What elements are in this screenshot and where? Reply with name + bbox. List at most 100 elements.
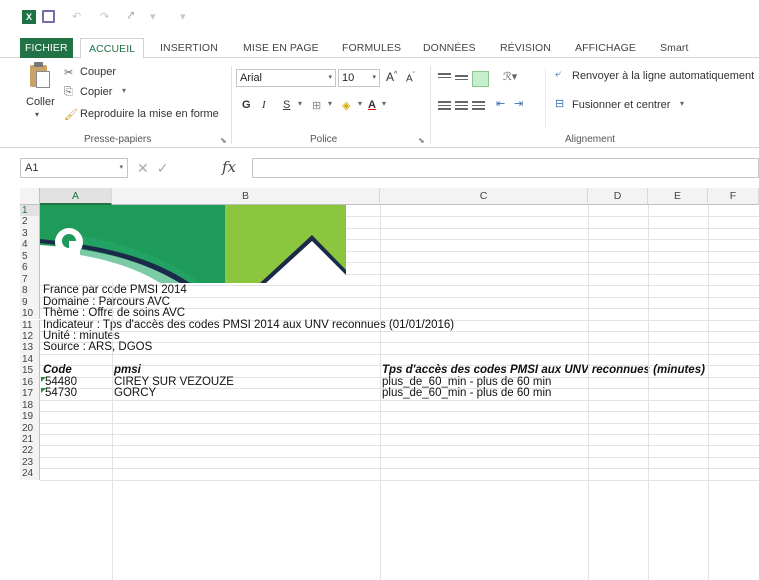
- row-header[interactable]: 21: [20, 434, 40, 446]
- row-header[interactable]: 3: [20, 227, 40, 240]
- copy-dropdown-icon[interactable]: ▾: [122, 86, 126, 95]
- font-size-select[interactable]: 10 ▾: [338, 69, 380, 87]
- grid-line: [40, 434, 759, 435]
- tab-affichage[interactable]: AFFICHAGE: [575, 38, 636, 58]
- column-header-b[interactable]: B: [112, 188, 380, 205]
- align-center-icon[interactable]: [455, 101, 468, 111]
- name-box[interactable]: A1 ▾: [20, 158, 128, 178]
- table-cell-code[interactable]: 54730: [45, 387, 77, 399]
- grid-line: [708, 205, 709, 580]
- format-painter-button[interactable]: Reproduire la mise en forme: [80, 108, 219, 120]
- wrap-text-icon[interactable]: ⤶: [555, 68, 561, 81]
- column-header-f[interactable]: F: [708, 188, 759, 205]
- customize-qat-icon[interactable]: ▾: [150, 10, 156, 23]
- align-top-icon[interactable]: [438, 73, 451, 83]
- font-launcher-icon[interactable]: ⬊: [418, 136, 425, 145]
- align-left-icon[interactable]: [438, 101, 451, 111]
- tab-formules[interactable]: FORMULES: [342, 38, 401, 58]
- column-header-c[interactable]: C: [380, 188, 588, 205]
- grow-font-icon[interactable]: A^: [386, 70, 397, 84]
- clipboard-launcher-icon[interactable]: ⬊: [220, 136, 227, 145]
- metadata-cell[interactable]: France par code PMSI 2014: [43, 284, 187, 296]
- row-header[interactable]: 13: [20, 342, 40, 354]
- increase-indent-icon[interactable]: ⇥: [514, 97, 523, 110]
- orientation-icon[interactable]: ℛ▾: [503, 70, 517, 83]
- row-header[interactable]: 7: [20, 273, 40, 286]
- decrease-indent-icon[interactable]: ⇤: [496, 97, 505, 110]
- tab-accueil[interactable]: ACCUEIL: [80, 38, 145, 59]
- row-header[interactable]: 10: [20, 308, 40, 320]
- row-header[interactable]: 20: [20, 422, 40, 434]
- paste-icon[interactable]: [28, 62, 50, 88]
- column-header-d[interactable]: D: [588, 188, 648, 205]
- cancel-formula-icon[interactable]: ✕: [137, 160, 157, 176]
- row-header[interactable]: 12: [20, 330, 40, 343]
- tab-donnees[interactable]: DONNÉES: [423, 38, 476, 58]
- tab-mise-en-page[interactable]: MISE EN PAGE: [243, 38, 319, 58]
- tab-revision[interactable]: RÉVISION: [500, 38, 551, 58]
- row-header[interactable]: 14: [20, 353, 40, 366]
- row-header[interactable]: 4: [20, 239, 40, 251]
- undo-icon[interactable]: ↶: [72, 10, 81, 23]
- metadata-cell[interactable]: Thème : Offre de soins AVC: [43, 307, 185, 319]
- confirm-formula-icon[interactable]: ✓: [157, 160, 177, 176]
- fill-color-icon[interactable]: ◈: [342, 99, 350, 112]
- copy-icon[interactable]: ⎘: [64, 86, 73, 99]
- align-bottom-icon[interactable]: [472, 71, 489, 87]
- row-header[interactable]: 22: [20, 445, 40, 457]
- merge-center-button[interactable]: Fusionner et centrer: [572, 99, 670, 111]
- scissors-icon[interactable]: ✂: [64, 66, 73, 79]
- save-icon[interactable]: [42, 10, 55, 23]
- column-header-e[interactable]: E: [648, 188, 708, 205]
- underline-dropdown-icon[interactable]: ▾: [298, 99, 302, 108]
- column-header-a[interactable]: A: [40, 188, 112, 205]
- borders-dropdown-icon[interactable]: ▾: [328, 99, 332, 108]
- row-header[interactable]: 11: [20, 319, 40, 331]
- underline-button[interactable]: S: [283, 99, 290, 111]
- tab-smart[interactable]: Smart: [660, 38, 689, 58]
- row-header[interactable]: 9: [20, 296, 40, 309]
- tab-fichier[interactable]: FICHIER: [20, 38, 73, 58]
- select-all-corner[interactable]: [20, 188, 40, 205]
- align-right-icon[interactable]: [472, 101, 485, 111]
- italic-button[interactable]: I: [262, 99, 266, 111]
- row-header[interactable]: 8: [20, 285, 40, 297]
- row-header[interactable]: 16: [20, 376, 40, 389]
- cut-button[interactable]: Couper: [80, 66, 116, 78]
- bold-button[interactable]: G: [242, 99, 251, 111]
- formula-input[interactable]: [252, 158, 759, 178]
- paste-button[interactable]: Coller: [26, 96, 55, 108]
- merge-dropdown-icon[interactable]: ▾: [680, 99, 684, 108]
- cursor-icon[interactable]: ⤤: [128, 10, 134, 23]
- shrink-font-icon[interactable]: Aˇ: [406, 72, 415, 84]
- row-header[interactable]: 17: [20, 388, 40, 400]
- align-middle-icon[interactable]: [455, 75, 468, 85]
- font-color-icon[interactable]: A: [368, 99, 376, 111]
- metadata-cell[interactable]: Source : ARS, DGOS: [43, 341, 152, 353]
- format-painter-icon[interactable]: 🖌: [64, 108, 78, 121]
- row-header[interactable]: 24: [20, 468, 40, 480]
- font-color-dropdown-icon[interactable]: ▾: [382, 99, 386, 108]
- table-cell-value[interactable]: plus_de_60_min - plus de 60 min: [382, 387, 551, 399]
- row-header[interactable]: 5: [20, 250, 40, 263]
- font-family-select[interactable]: Arial ▾: [236, 69, 336, 87]
- row-header[interactable]: 2: [20, 216, 40, 228]
- table-cell-pmsi[interactable]: GORCY: [114, 387, 156, 399]
- row-header[interactable]: 18: [20, 399, 40, 412]
- grid-line: [588, 205, 589, 580]
- more-qat-icon[interactable]: ▾: [180, 10, 186, 23]
- tab-insertion[interactable]: INSERTION: [160, 38, 218, 58]
- row-header[interactable]: 6: [20, 262, 40, 274]
- row-header[interactable]: 1: [20, 205, 40, 217]
- redo-icon[interactable]: ↷: [100, 10, 109, 23]
- insert-function-button[interactable]: fx: [222, 158, 236, 176]
- wrap-text-button[interactable]: Renvoyer à la ligne automatiquement: [572, 70, 754, 82]
- copy-button[interactable]: Copier: [80, 86, 112, 98]
- merge-center-icon[interactable]: ⊟: [555, 97, 564, 110]
- paste-dropdown-icon[interactable]: ▾: [35, 110, 39, 119]
- fill-dropdown-icon[interactable]: ▾: [358, 99, 362, 108]
- borders-icon[interactable]: ⊞: [312, 99, 321, 112]
- row-header[interactable]: 19: [20, 411, 40, 423]
- row-header[interactable]: 15: [20, 365, 40, 377]
- row-header[interactable]: 23: [20, 456, 40, 469]
